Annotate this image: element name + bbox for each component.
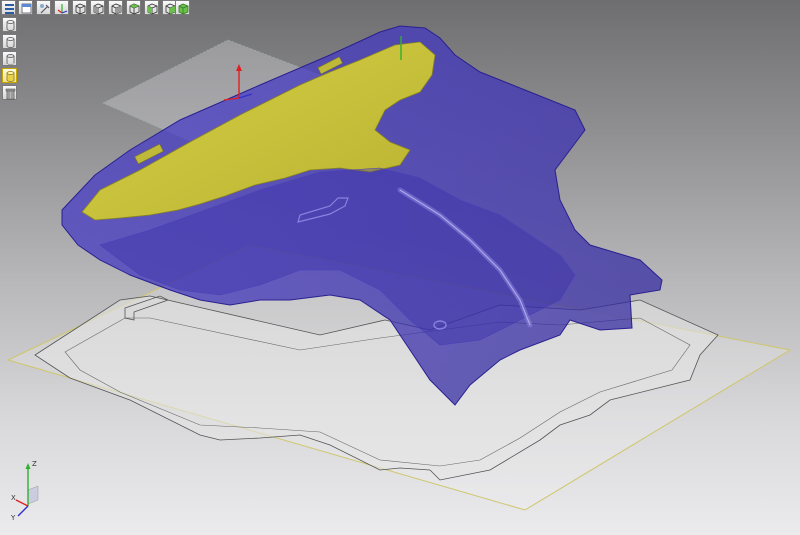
menu-button[interactable] (1, 0, 16, 15)
trash-icon (5, 88, 16, 100)
triad-plane (27, 485, 39, 505)
view-home-icon (21, 3, 32, 14)
view-edit-icon (40, 4, 50, 14)
view-front-icon (75, 3, 86, 15)
display-toolbar (2, 17, 18, 100)
menu-icon (5, 4, 14, 14)
view-right-icon (129, 3, 140, 15)
view-edit-button[interactable] (36, 0, 51, 15)
trash-button[interactable] (2, 85, 17, 100)
view-toolbar (0, 0, 190, 16)
view-solid-button[interactable] (175, 0, 190, 15)
cylinder-shaded-button[interactable] (2, 68, 17, 83)
view-solid-icon (178, 3, 189, 15)
triad-x-label: X (11, 494, 16, 502)
cylinder-view-icon (6, 20, 15, 31)
triad-y-label: Y (10, 514, 16, 522)
view-left-icon (111, 3, 122, 15)
cylinder-view-button[interactable] (2, 17, 17, 32)
orientation-triad[interactable]: Z X Y (8, 456, 48, 526)
view-top-icon (147, 3, 158, 15)
view-top-button[interactable] (144, 0, 159, 15)
triad-z-label: Z (32, 460, 37, 468)
model-scene[interactable] (0, 0, 800, 535)
view-front-button[interactable] (72, 0, 87, 15)
view-iso-button[interactable] (54, 0, 69, 15)
triad-y-axis (17, 505, 29, 517)
cylinder-wire-button[interactable] (2, 34, 17, 49)
cylinder-shaded-icon (6, 71, 15, 82)
view-home-button[interactable] (18, 0, 33, 15)
view-right-button[interactable] (126, 0, 141, 15)
3d-viewport[interactable]: Z X Y (0, 0, 800, 535)
cylinder-hidden-button[interactable] (2, 51, 17, 66)
view-back-icon (93, 3, 104, 15)
view-back-button[interactable] (90, 0, 105, 15)
view-iso-icon (57, 4, 68, 14)
triad-z-arrow (25, 463, 31, 469)
view-left-button[interactable] (108, 0, 123, 15)
triad-x-axis (15, 499, 29, 507)
cylinder-wire-icon (6, 37, 15, 48)
cylinder-hidden-icon (6, 54, 15, 65)
